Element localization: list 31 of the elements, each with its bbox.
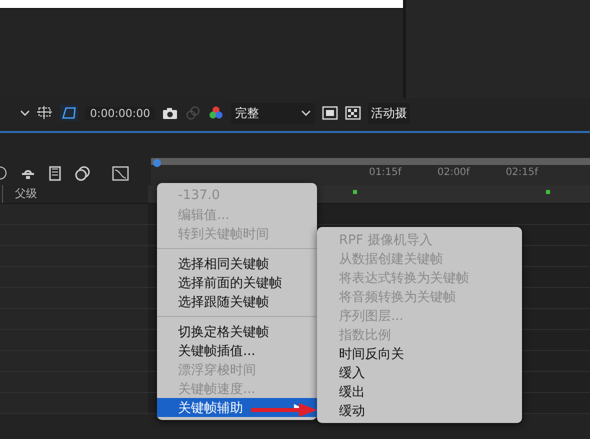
arrow-annotation	[251, 400, 317, 420]
graph-editor-icon[interactable]	[112, 164, 130, 182]
film-icon[interactable]	[48, 165, 62, 181]
menu-item[interactable]: 选择跟随关键帧	[157, 292, 317, 311]
menu-item[interactable]: 缓入	[317, 363, 522, 382]
ruler-label: 02:00f	[437, 166, 470, 178]
grid-icon[interactable]	[37, 105, 53, 121]
region-icon[interactable]	[322, 106, 338, 120]
dropdown-caret-icon[interactable]	[20, 109, 30, 117]
timecode[interactable]: 0:00:00:00	[85, 106, 156, 120]
color-channels-icon[interactable]	[208, 105, 224, 121]
menu-item[interactable]: 时间反向关	[317, 344, 522, 363]
partial-icon[interactable]	[0, 166, 8, 180]
ruler-label: 02:15f	[506, 166, 538, 178]
caret-icon	[301, 109, 311, 117]
camera-icon[interactable]	[162, 106, 178, 120]
mask-shape-icon[interactable]	[60, 105, 78, 121]
keyframe-marker[interactable]	[353, 190, 357, 194]
motion-blur-icon[interactable]	[74, 165, 90, 181]
menu-item[interactable]: 选择前面的关键帧	[157, 273, 317, 292]
menu-item[interactable]: 缓出	[317, 382, 522, 401]
menu-item[interactable]: 选择相同关键帧	[157, 254, 317, 273]
transparency-grid-icon[interactable]	[345, 106, 361, 120]
resolution-dropdown[interactable]: 完整	[231, 102, 315, 124]
ruler-label: 01:15f	[369, 166, 402, 178]
playhead-icon[interactable]	[153, 158, 161, 166]
menu-item[interactable]: 关键帧插值...	[157, 341, 317, 360]
keyframe-marker[interactable]	[546, 190, 550, 194]
menu-item[interactable]: 切换定格关键帧	[157, 322, 317, 341]
menu-item[interactable]: 缓动	[317, 401, 522, 420]
camera-view-dropdown[interactable]: 活动摄	[368, 102, 410, 124]
